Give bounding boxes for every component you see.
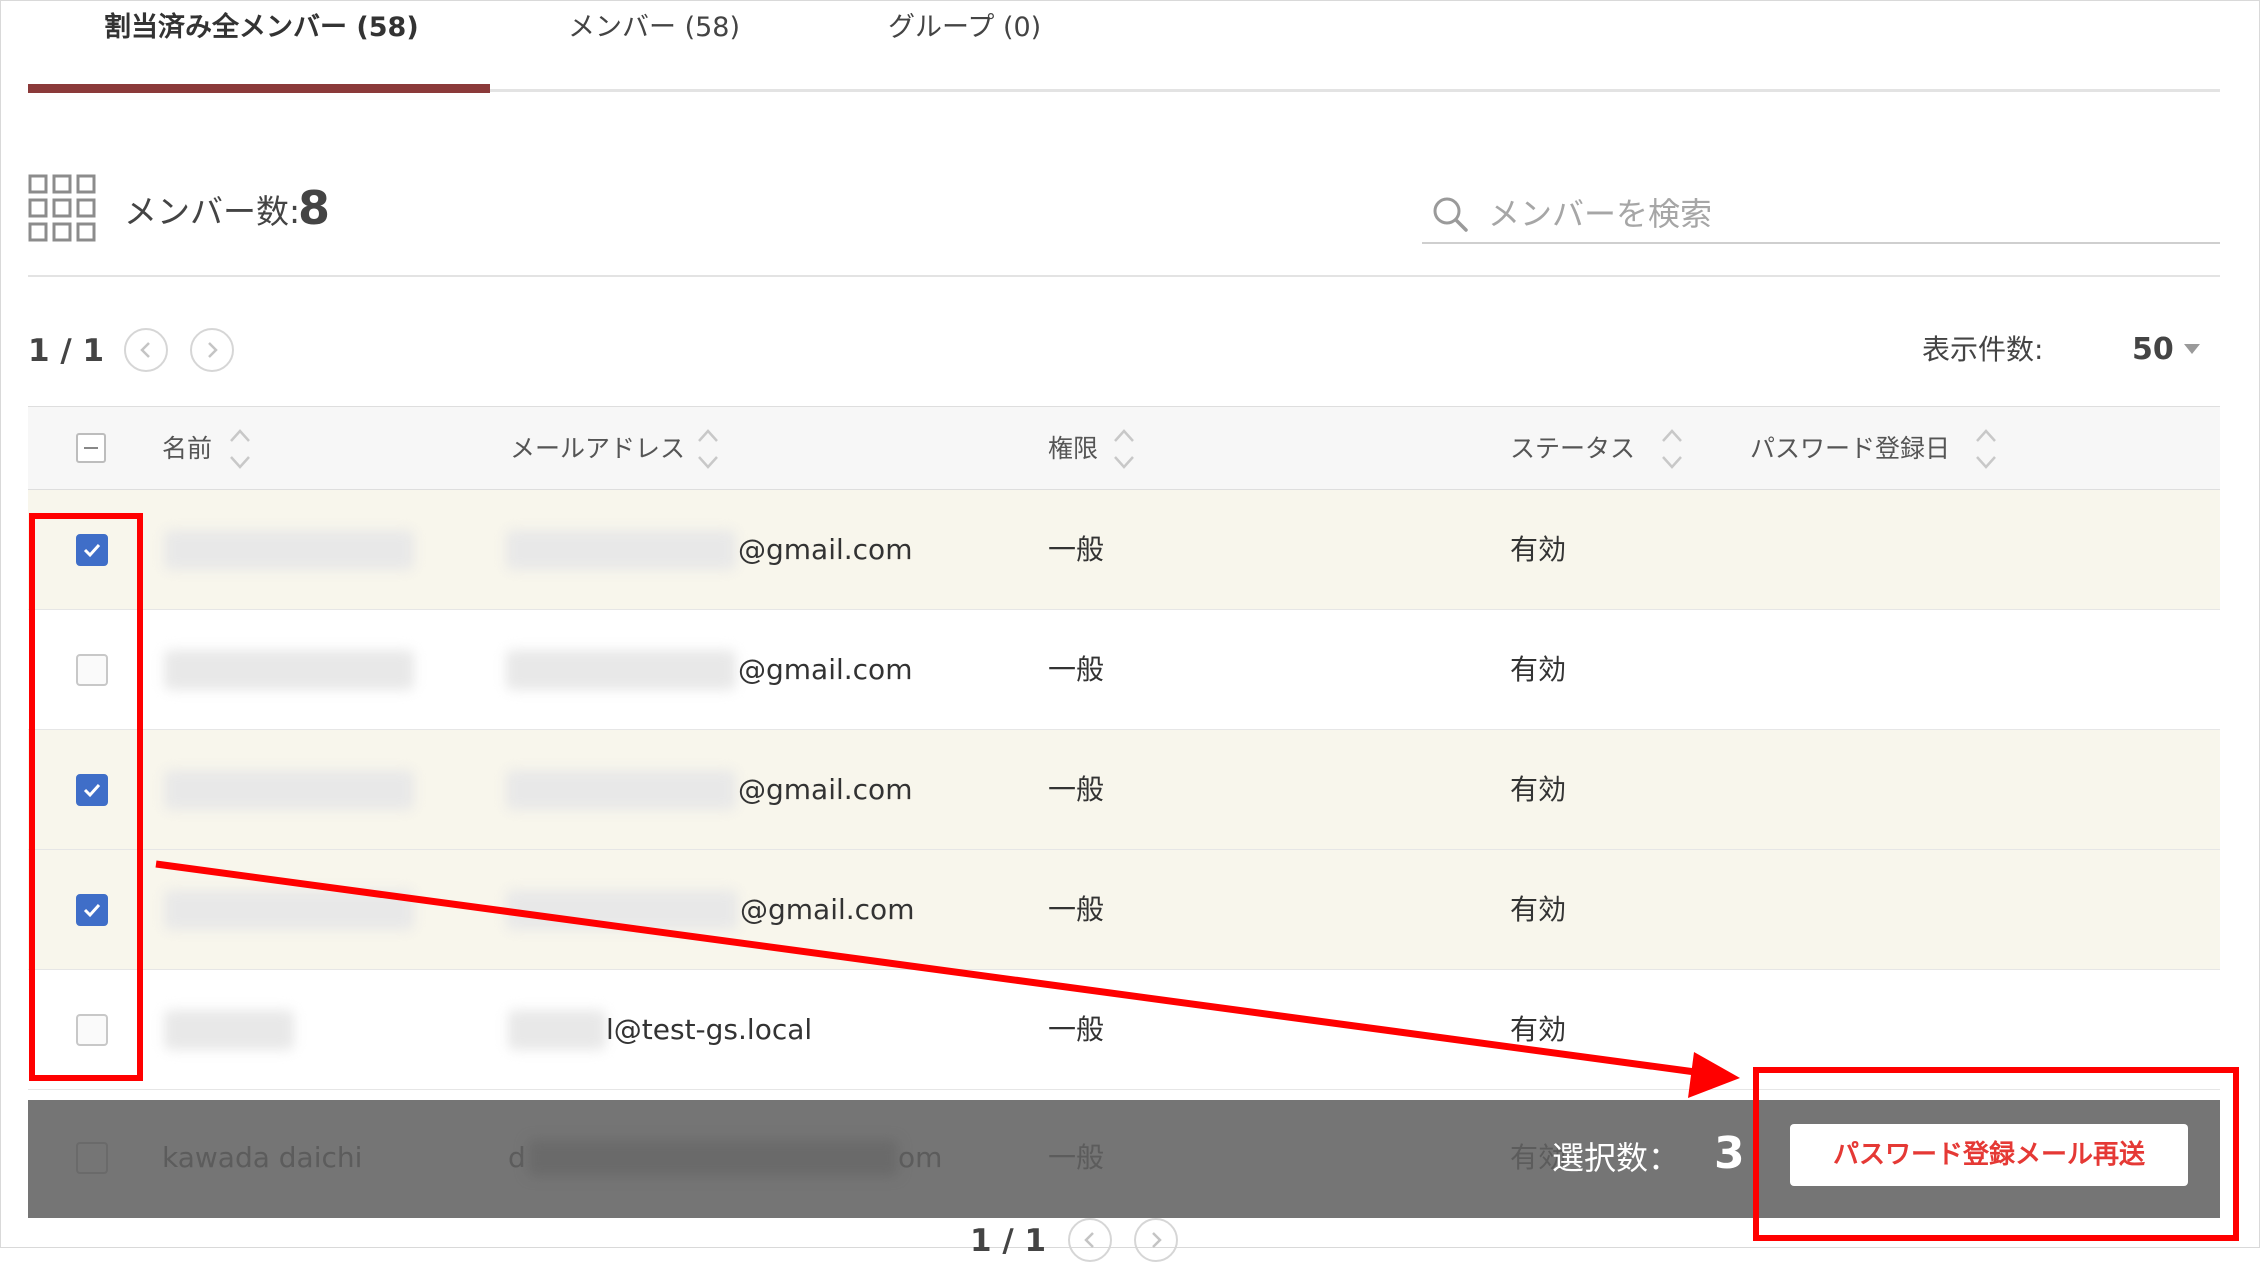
table-row[interactable]: @gmail.com 一般 有効 xyxy=(28,850,2220,970)
selected-count-label: 選択数： xyxy=(1552,1139,1681,1177)
email-suffix: @gmail.com xyxy=(740,893,915,926)
member-search xyxy=(1422,186,2220,244)
per-page-label: 表示件数: xyxy=(1922,333,2044,366)
tab-groups[interactable]: グループ (0) xyxy=(888,8,1041,48)
chevron-left-icon xyxy=(1084,1232,1094,1248)
sort-icon[interactable] xyxy=(696,427,720,471)
redacted-name xyxy=(164,890,414,930)
column-header-name[interactable]: 名前 xyxy=(162,429,212,469)
member-count-label: メンバー数: xyxy=(124,192,301,231)
search-input[interactable] xyxy=(1486,188,2210,240)
tab-all-assigned-members[interactable]: 割当済み全メンバー (58) xyxy=(104,8,419,48)
role-cell: 一般 xyxy=(1048,533,1105,566)
row-checkbox[interactable] xyxy=(76,894,108,926)
redacted-name xyxy=(164,650,414,690)
chevron-right-icon xyxy=(1152,1232,1162,1248)
per-page-select[interactable]: 50 xyxy=(2120,326,2220,372)
caret-down-icon xyxy=(2184,344,2200,354)
row-checkbox[interactable] xyxy=(76,1142,108,1174)
status-cell: 有効 xyxy=(1510,653,1567,686)
column-header-password-date[interactable]: パスワード登録日 xyxy=(1750,429,1950,469)
check-icon xyxy=(83,783,101,798)
redacted-email xyxy=(506,650,736,690)
email-start: d xyxy=(508,1141,526,1174)
table-row[interactable]: @gmail.com 一般 有効 xyxy=(28,730,2220,850)
sort-icon[interactable] xyxy=(228,427,252,471)
role-cell: 一般 xyxy=(1048,1013,1105,1046)
row-checkbox[interactable] xyxy=(76,774,108,806)
column-header-email[interactable]: メールアドレス xyxy=(510,429,685,469)
next-page-button[interactable] xyxy=(190,328,234,372)
table-row[interactable]: @gmail.com 一般 有効 xyxy=(28,490,2220,610)
status-cell: 有効 xyxy=(1510,533,1567,566)
role-cell: 一般 xyxy=(1048,773,1105,806)
redacted-email xyxy=(506,890,738,930)
email-suffix: @gmail.com xyxy=(738,653,913,686)
email-end: om xyxy=(898,1141,943,1174)
redacted-email xyxy=(508,1010,606,1050)
row-checkbox[interactable] xyxy=(76,654,108,686)
status-cell: 有効 xyxy=(1510,773,1567,806)
email-suffix: @gmail.com xyxy=(738,773,913,806)
table-header: 名前 メールアドレス 権限 ステータス パスワード登録日 xyxy=(28,406,2220,490)
prev-page-button[interactable] xyxy=(124,328,168,372)
email-suffix: l@test-gs.local xyxy=(606,1013,813,1046)
check-icon xyxy=(83,903,101,918)
search-icon xyxy=(1433,197,1468,232)
chevron-right-icon xyxy=(208,342,218,358)
select-all-checkbox[interactable] xyxy=(76,433,106,463)
role-cell: 一般 xyxy=(1048,893,1105,926)
role-cell: 一般 xyxy=(1048,653,1105,686)
member-name: kawada daichi xyxy=(162,1141,363,1174)
column-header-role[interactable]: 権限 xyxy=(1048,429,1098,469)
redacted-name xyxy=(164,770,414,810)
grid-view-icon[interactable] xyxy=(28,174,96,242)
bottom-page-indicator: 1 / 1 xyxy=(970,1223,1047,1259)
table-row[interactable]: @gmail.com 一般 有効 xyxy=(28,610,2220,730)
sort-icon[interactable] xyxy=(1660,427,1684,471)
section-divider xyxy=(28,275,2220,277)
row-checkbox[interactable] xyxy=(76,1014,108,1046)
column-header-status[interactable]: ステータス xyxy=(1510,429,1635,469)
page-indicator: 1 / 1 xyxy=(28,333,105,369)
redacted-email xyxy=(506,530,736,570)
status-cell: 有効 xyxy=(1510,1013,1567,1046)
table-row[interactable]: l@test-gs.local 一般 有効 xyxy=(28,970,2220,1090)
sort-icon[interactable] xyxy=(1112,427,1136,471)
redacted-email xyxy=(528,1140,898,1176)
bottom-prev-page-button[interactable] xyxy=(1068,1218,1112,1262)
active-tab-indicator xyxy=(28,84,490,93)
selection-action-bar: kawada daichi d om 一般 有効 選択数： 3 パスワード登録メ… xyxy=(28,1100,2220,1218)
bottom-next-page-button[interactable] xyxy=(1134,1218,1178,1262)
redacted-email xyxy=(506,770,736,810)
tab-members[interactable]: メンバー (58) xyxy=(568,8,740,48)
email-suffix: @gmail.com xyxy=(738,533,913,566)
role-cell: 一般 xyxy=(1048,1141,1105,1174)
check-icon xyxy=(83,543,101,558)
sort-icon[interactable] xyxy=(1974,427,1998,471)
status-cell: 有効 xyxy=(1510,893,1567,926)
row-checkbox[interactable] xyxy=(76,534,108,566)
chevron-left-icon xyxy=(140,342,150,358)
member-count-value: 8 xyxy=(298,181,331,235)
redacted-name xyxy=(164,530,414,570)
resend-password-email-button[interactable]: パスワード登録メール再送 xyxy=(1790,1124,2188,1186)
selected-count-value: 3 xyxy=(1714,1128,1745,1179)
redacted-name xyxy=(164,1010,294,1050)
per-page-value: 50 xyxy=(2132,332,2174,367)
